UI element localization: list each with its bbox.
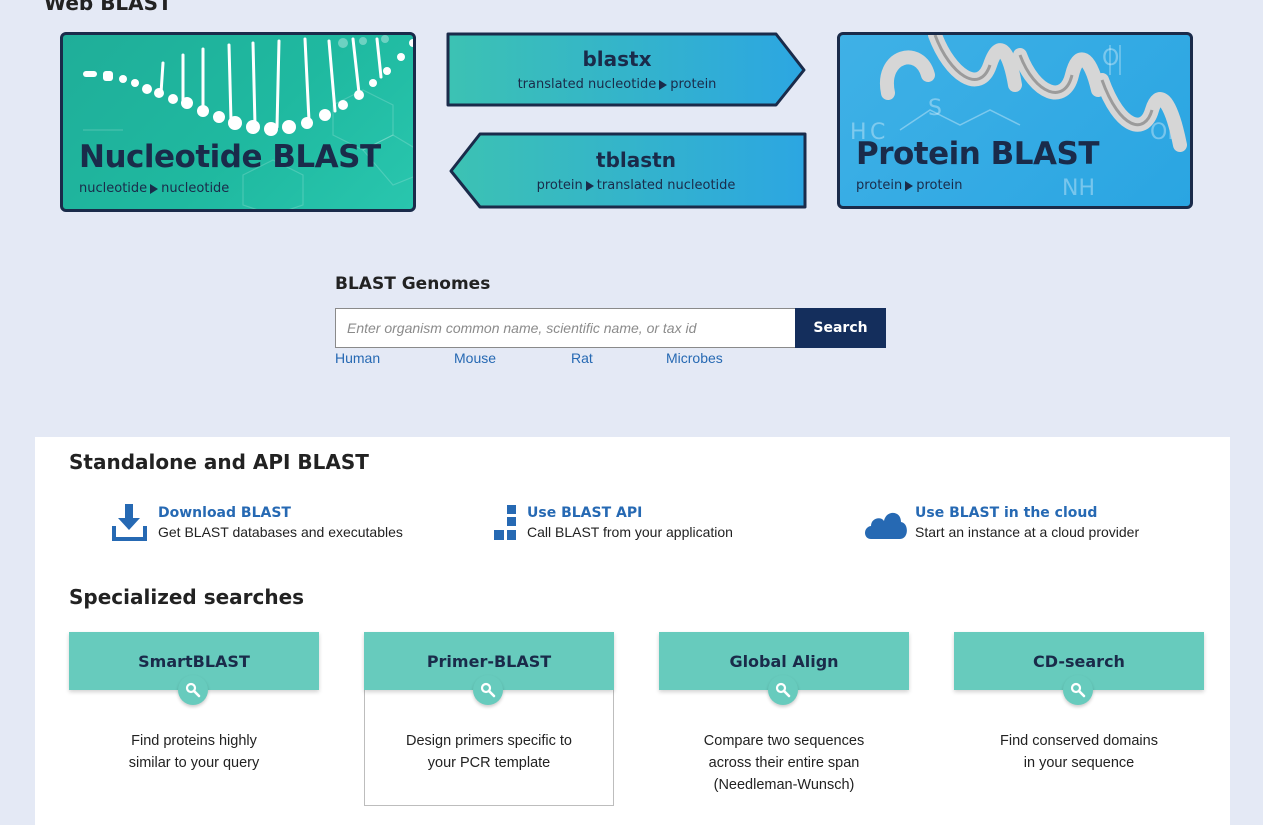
- genome-link-human[interactable]: Human: [335, 350, 380, 366]
- global-align-card[interactable]: Global Align Compare two sequences acros…: [659, 632, 909, 806]
- primer-blast-card[interactable]: Primer-BLAST Design primers specific to …: [364, 632, 614, 806]
- magnifier-icon: [1063, 675, 1093, 705]
- tblastn-to: translated nucleotide: [596, 178, 736, 193]
- blast-api-item: Use BLAST API Call BLAST from your appli…: [493, 504, 733, 544]
- tblastn-description: protein translated nucleotide: [456, 178, 816, 193]
- blast-genomes-title: BLAST Genomes: [335, 274, 491, 294]
- genome-search-input[interactable]: [335, 308, 795, 348]
- smartblast-card[interactable]: SmartBLAST Find proteins highly similar …: [69, 632, 319, 806]
- protein-to: protein: [916, 178, 963, 193]
- play-triangle-icon: [905, 180, 914, 191]
- card-description: Design primers specific to your PCR temp…: [365, 730, 613, 774]
- blastx-button[interactable]: blastx translated nucleotide protein: [446, 32, 808, 108]
- svg-text:S: S: [928, 96, 942, 121]
- cloud-icon: [863, 504, 907, 544]
- blastx-description: translated nucleotide protein: [436, 77, 798, 92]
- genome-search-button[interactable]: Search: [795, 308, 886, 348]
- card-description: Compare two sequences across their entir…: [659, 730, 909, 796]
- download-blast-link[interactable]: Download BLAST: [158, 504, 403, 522]
- card-desc-line: (Needleman-Wunsch): [713, 777, 855, 793]
- genome-link-mouse[interactable]: Mouse: [454, 350, 496, 366]
- genome-link-rat[interactable]: Rat: [571, 350, 593, 366]
- play-triangle-icon: [150, 183, 159, 194]
- card-description: Find conserved domains in your sequence: [954, 730, 1204, 774]
- nucleotide-blast-subtitle: nucleotide nucleotide: [79, 181, 229, 196]
- tblastn-from: protein: [536, 178, 583, 193]
- specialized-section-title: Specialized searches: [69, 585, 305, 609]
- download-blast-desc: Get BLAST databases and executables: [158, 524, 403, 540]
- blast-cloud-link[interactable]: Use BLAST in the cloud: [915, 504, 1139, 522]
- card-desc-line: Find proteins highly: [131, 733, 257, 749]
- svg-text:O: O: [1102, 46, 1119, 71]
- card-desc-line: your PCR template: [427, 755, 551, 771]
- card-title: SmartBLAST: [138, 652, 250, 671]
- genome-link-microbes[interactable]: Microbes: [666, 350, 723, 366]
- protein-blast-subtitle: protein protein: [856, 178, 962, 193]
- blast-cloud-desc: Start an instance at a cloud provider: [915, 524, 1140, 540]
- card-desc-line: Design primers specific to: [406, 733, 572, 749]
- card-desc-line: Compare two sequences: [703, 733, 865, 749]
- blast-api-link[interactable]: Use BLAST API: [527, 504, 733, 522]
- svg-text:NH: NH: [1062, 176, 1095, 201]
- protein-blast-title: Protein BLAST: [856, 136, 1099, 172]
- nucleotide-from: nucleotide: [79, 181, 148, 196]
- nucleotide-blast-title: Nucleotide BLAST: [79, 139, 381, 175]
- blastx-from: translated nucleotide: [517, 77, 657, 92]
- protein-from: protein: [856, 178, 903, 193]
- magnifier-icon: [178, 675, 208, 705]
- blastx-to: protein: [670, 77, 717, 92]
- cd-search-card[interactable]: CD-search Find conserved domains in your…: [954, 632, 1204, 806]
- play-triangle-icon: [585, 180, 594, 191]
- standalone-section-title: Standalone and API BLAST: [69, 450, 369, 474]
- card-title: Primer-BLAST: [426, 652, 552, 671]
- nucleotide-blast-tile[interactable]: Nucleotide BLAST nucleotide nucleotide: [60, 32, 416, 212]
- card-desc-line: in your sequence: [1023, 755, 1135, 771]
- magnifier-icon: [473, 675, 503, 705]
- protein-blast-tile[interactable]: S H C O OH NH Protein BLAST protein prot…: [837, 32, 1193, 209]
- card-title: CD-search: [1033, 652, 1125, 671]
- blast-api-desc: Call BLAST from your application: [527, 524, 733, 540]
- play-triangle-icon: [659, 79, 668, 90]
- blastx-name: blastx: [582, 47, 652, 71]
- api-blocks-icon: [493, 504, 517, 544]
- card-desc-line: Find conserved domains: [1000, 733, 1158, 749]
- download-blast-item: Download BLAST Get BLAST databases and e…: [112, 504, 403, 544]
- tblastn-name: tblastn: [596, 148, 676, 172]
- card-description: Find proteins highly similar to your que…: [69, 730, 319, 774]
- card-desc-line: across their entire span: [708, 755, 860, 771]
- blast-cloud-item: Use BLAST in the cloud Start an instance…: [863, 504, 1139, 544]
- card-desc-line: similar to your query: [128, 755, 260, 771]
- download-icon: [112, 504, 148, 544]
- tblastn-button[interactable]: tblastn protein translated nucleotide: [448, 132, 808, 210]
- nucleotide-to: nucleotide: [161, 181, 230, 196]
- magnifier-icon: [768, 675, 798, 705]
- page-heading: Web BLAST: [44, 0, 172, 15]
- card-title: Global Align: [729, 652, 839, 671]
